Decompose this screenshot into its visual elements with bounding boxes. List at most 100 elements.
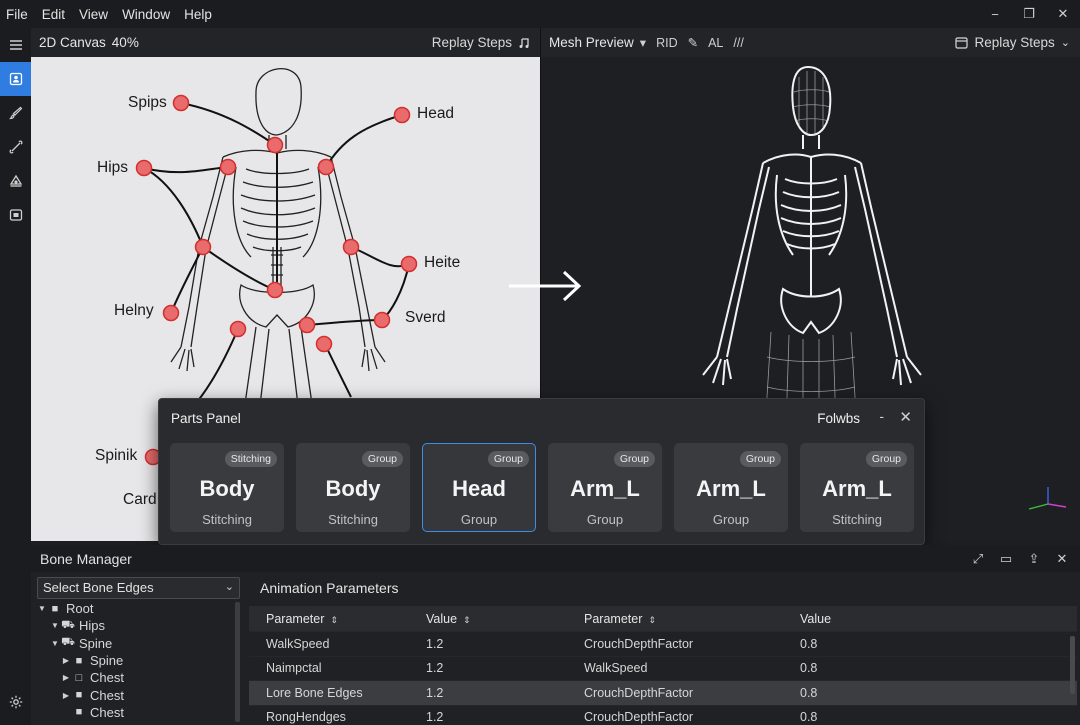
table-row-selected[interactable]: Lore Bone Edges 1.2 CrouchDepthFactor 0.… (249, 681, 1077, 706)
parts-panel: Parts Panel Folwbs - ✕ Stitching Body St… (158, 398, 925, 545)
menu-edit[interactable]: Edit (36, 7, 73, 22)
cell[interactable]: 1.2 (426, 637, 584, 651)
cell[interactable]: 0.8 (800, 686, 1000, 700)
tree-item-root[interactable]: ▼ ■ Root (37, 600, 237, 617)
preview-tool-icon[interactable] (0, 198, 31, 232)
label-sverd: Sverd (405, 309, 446, 326)
cell[interactable]: 0.8 (800, 661, 1000, 675)
part-card[interactable]: Group Arm_L Group (674, 443, 788, 532)
menu-file[interactable]: File (0, 7, 36, 22)
replay-steps-button-right[interactable]: Replay Steps ⌄ (955, 35, 1070, 50)
left-toolbar (0, 28, 31, 725)
collapse-triangle-icon[interactable]: ▶ (61, 673, 71, 682)
part-name: Arm_L (570, 476, 640, 501)
label-heite: Heite (424, 254, 461, 271)
replay-steps-label: Replay Steps (431, 35, 512, 50)
cell: CrouchDepthFactor (584, 710, 694, 725)
sort-icon[interactable]: ⇕ (330, 615, 338, 625)
tree-item-chest[interactable]: ■ Chest (37, 704, 237, 721)
sort-icon[interactable]: ⇕ (648, 615, 656, 625)
column-header-parameter-2[interactable]: Parameter ⇕ (584, 612, 800, 626)
brush-tool-icon[interactable] (0, 96, 31, 130)
column-header-value[interactable]: Value ⇕ (426, 612, 584, 626)
table-row[interactable]: WalkSpeed 1.2 CrouchDepthFactor 0.8 (249, 632, 1077, 657)
cell[interactable]: 1.2 (426, 661, 584, 675)
sort-icon[interactable]: ⇕ (463, 615, 471, 625)
part-sub: Stitching (832, 512, 882, 527)
part-card-selected[interactable]: Group Head Group (422, 443, 536, 532)
al-tool[interactable]: AL (698, 36, 723, 50)
folder-icon: ■ (51, 602, 59, 615)
animation-parameters-title: Animation Parameters (260, 580, 399, 596)
expand-triangle-icon[interactable]: ▼ (50, 639, 60, 648)
rid-tool[interactable]: RID (646, 36, 678, 50)
tree-item-chest[interactable]: ▶ □ Chest (37, 669, 237, 686)
parts-panel-close-icon[interactable]: ✕ (899, 408, 912, 426)
tree-scrollbar[interactable] (235, 602, 240, 722)
tree-item-hips[interactable]: ▼ ⛟ Hips (37, 617, 237, 634)
hamburger-menu-icon[interactable] (0, 28, 31, 62)
cell[interactable]: 0.8 (800, 710, 1000, 724)
box-icon: □ (75, 671, 83, 684)
tree-item-spine[interactable]: ▼ ⛟ Spine (37, 635, 237, 652)
parts-panel-minimize[interactable]: - (879, 408, 884, 424)
collapse-triangle-icon[interactable]: ▶ (61, 656, 71, 665)
column-header-value-2[interactable]: Value (800, 612, 1000, 626)
close-window-button[interactable]: ✕ (1046, 0, 1080, 28)
expand-triangle-icon[interactable]: ▼ (37, 604, 47, 613)
tree-item-spine-child[interactable]: ▶ ■ Spine (37, 652, 237, 669)
preview-title[interactable]: Mesh Preview (541, 35, 634, 50)
part-name: Body (325, 476, 381, 501)
menu-view[interactable]: View (73, 7, 116, 22)
part-badge: Group (865, 451, 907, 467)
pen-tool-icon[interactable]: ✎ (678, 35, 698, 50)
header-label: Parameter (584, 611, 643, 626)
tree-label: Chest (90, 704, 124, 720)
header-label: Value (800, 611, 832, 626)
dropdown-chevron-icon[interactable]: ▾ (634, 35, 646, 50)
minimize-button[interactable]: − (978, 0, 1012, 28)
replay-steps-button-left[interactable]: Replay Steps (432, 35, 530, 50)
header-label: Parameter (266, 611, 325, 626)
zoom-level[interactable]: 40% (106, 35, 139, 50)
close-icon[interactable]: ✕ (1048, 551, 1076, 567)
bone-edges-select[interactable]: Select Bone Edges ⌄ (37, 577, 240, 599)
table-row[interactable]: Naimpctal 1.2 WalkSpeed 0.8 (249, 657, 1077, 681)
bone-tool-icon[interactable] (0, 130, 31, 164)
dock-icon[interactable]: ▭ (992, 551, 1020, 567)
bone-manager-actions: ⤢ ▭ ⇪ ✕ (964, 545, 1076, 572)
part-sub: Stitching (328, 512, 378, 527)
cell[interactable]: 1.2 (426, 686, 584, 700)
menubar: File Edit View Window Help − ❐ ✕ (0, 0, 1080, 28)
restore-button[interactable]: ❐ (1012, 0, 1046, 28)
cell[interactable]: 1.2 (426, 710, 584, 724)
mesh-tool-icon[interactable] (0, 164, 31, 198)
window-icon (955, 36, 969, 49)
cell: RongHendges (266, 710, 346, 725)
expand-triangle-icon[interactable]: ▼ (50, 621, 60, 630)
menu-help[interactable]: Help (178, 7, 220, 22)
person-tool-icon[interactable] (0, 62, 31, 96)
tree-label: Spine (79, 635, 113, 651)
part-card[interactable]: Group Arm_L Group (548, 443, 662, 532)
parts-panel-extra[interactable]: Folwbs (817, 411, 860, 426)
arrow-right-icon (509, 270, 582, 302)
settings-gear-icon[interactable] (0, 685, 31, 719)
folder-icon: ■ (75, 706, 83, 719)
part-card[interactable]: Stitching Body Stitching (170, 443, 284, 532)
part-badge: Group (487, 451, 529, 467)
tree-item-chest[interactable]: ▶ ■ Chest (37, 686, 237, 703)
part-card[interactable]: Group Body Stitching (296, 443, 410, 532)
menu-window[interactable]: Window (116, 7, 178, 22)
collapse-triangle-icon[interactable]: ▶ (61, 691, 71, 700)
expand-icon[interactable]: ⤢ (964, 551, 992, 567)
part-name: Head (452, 476, 506, 501)
part-cards: Stitching Body Stitching Group Body Stit… (170, 443, 914, 532)
part-card[interactable]: Group Arm_L Stitching (800, 443, 914, 532)
cell[interactable]: 0.8 (800, 637, 1000, 651)
hatch-tool-icon[interactable]: /// (723, 36, 743, 50)
table-row[interactable]: RongHendges 1.2 CrouchDepthFactor 0.8 (249, 706, 1077, 725)
column-header-parameter[interactable]: Parameter ⇕ (249, 612, 426, 626)
export-icon[interactable]: ⇪ (1020, 551, 1048, 567)
table-scrollbar[interactable] (1070, 636, 1075, 694)
